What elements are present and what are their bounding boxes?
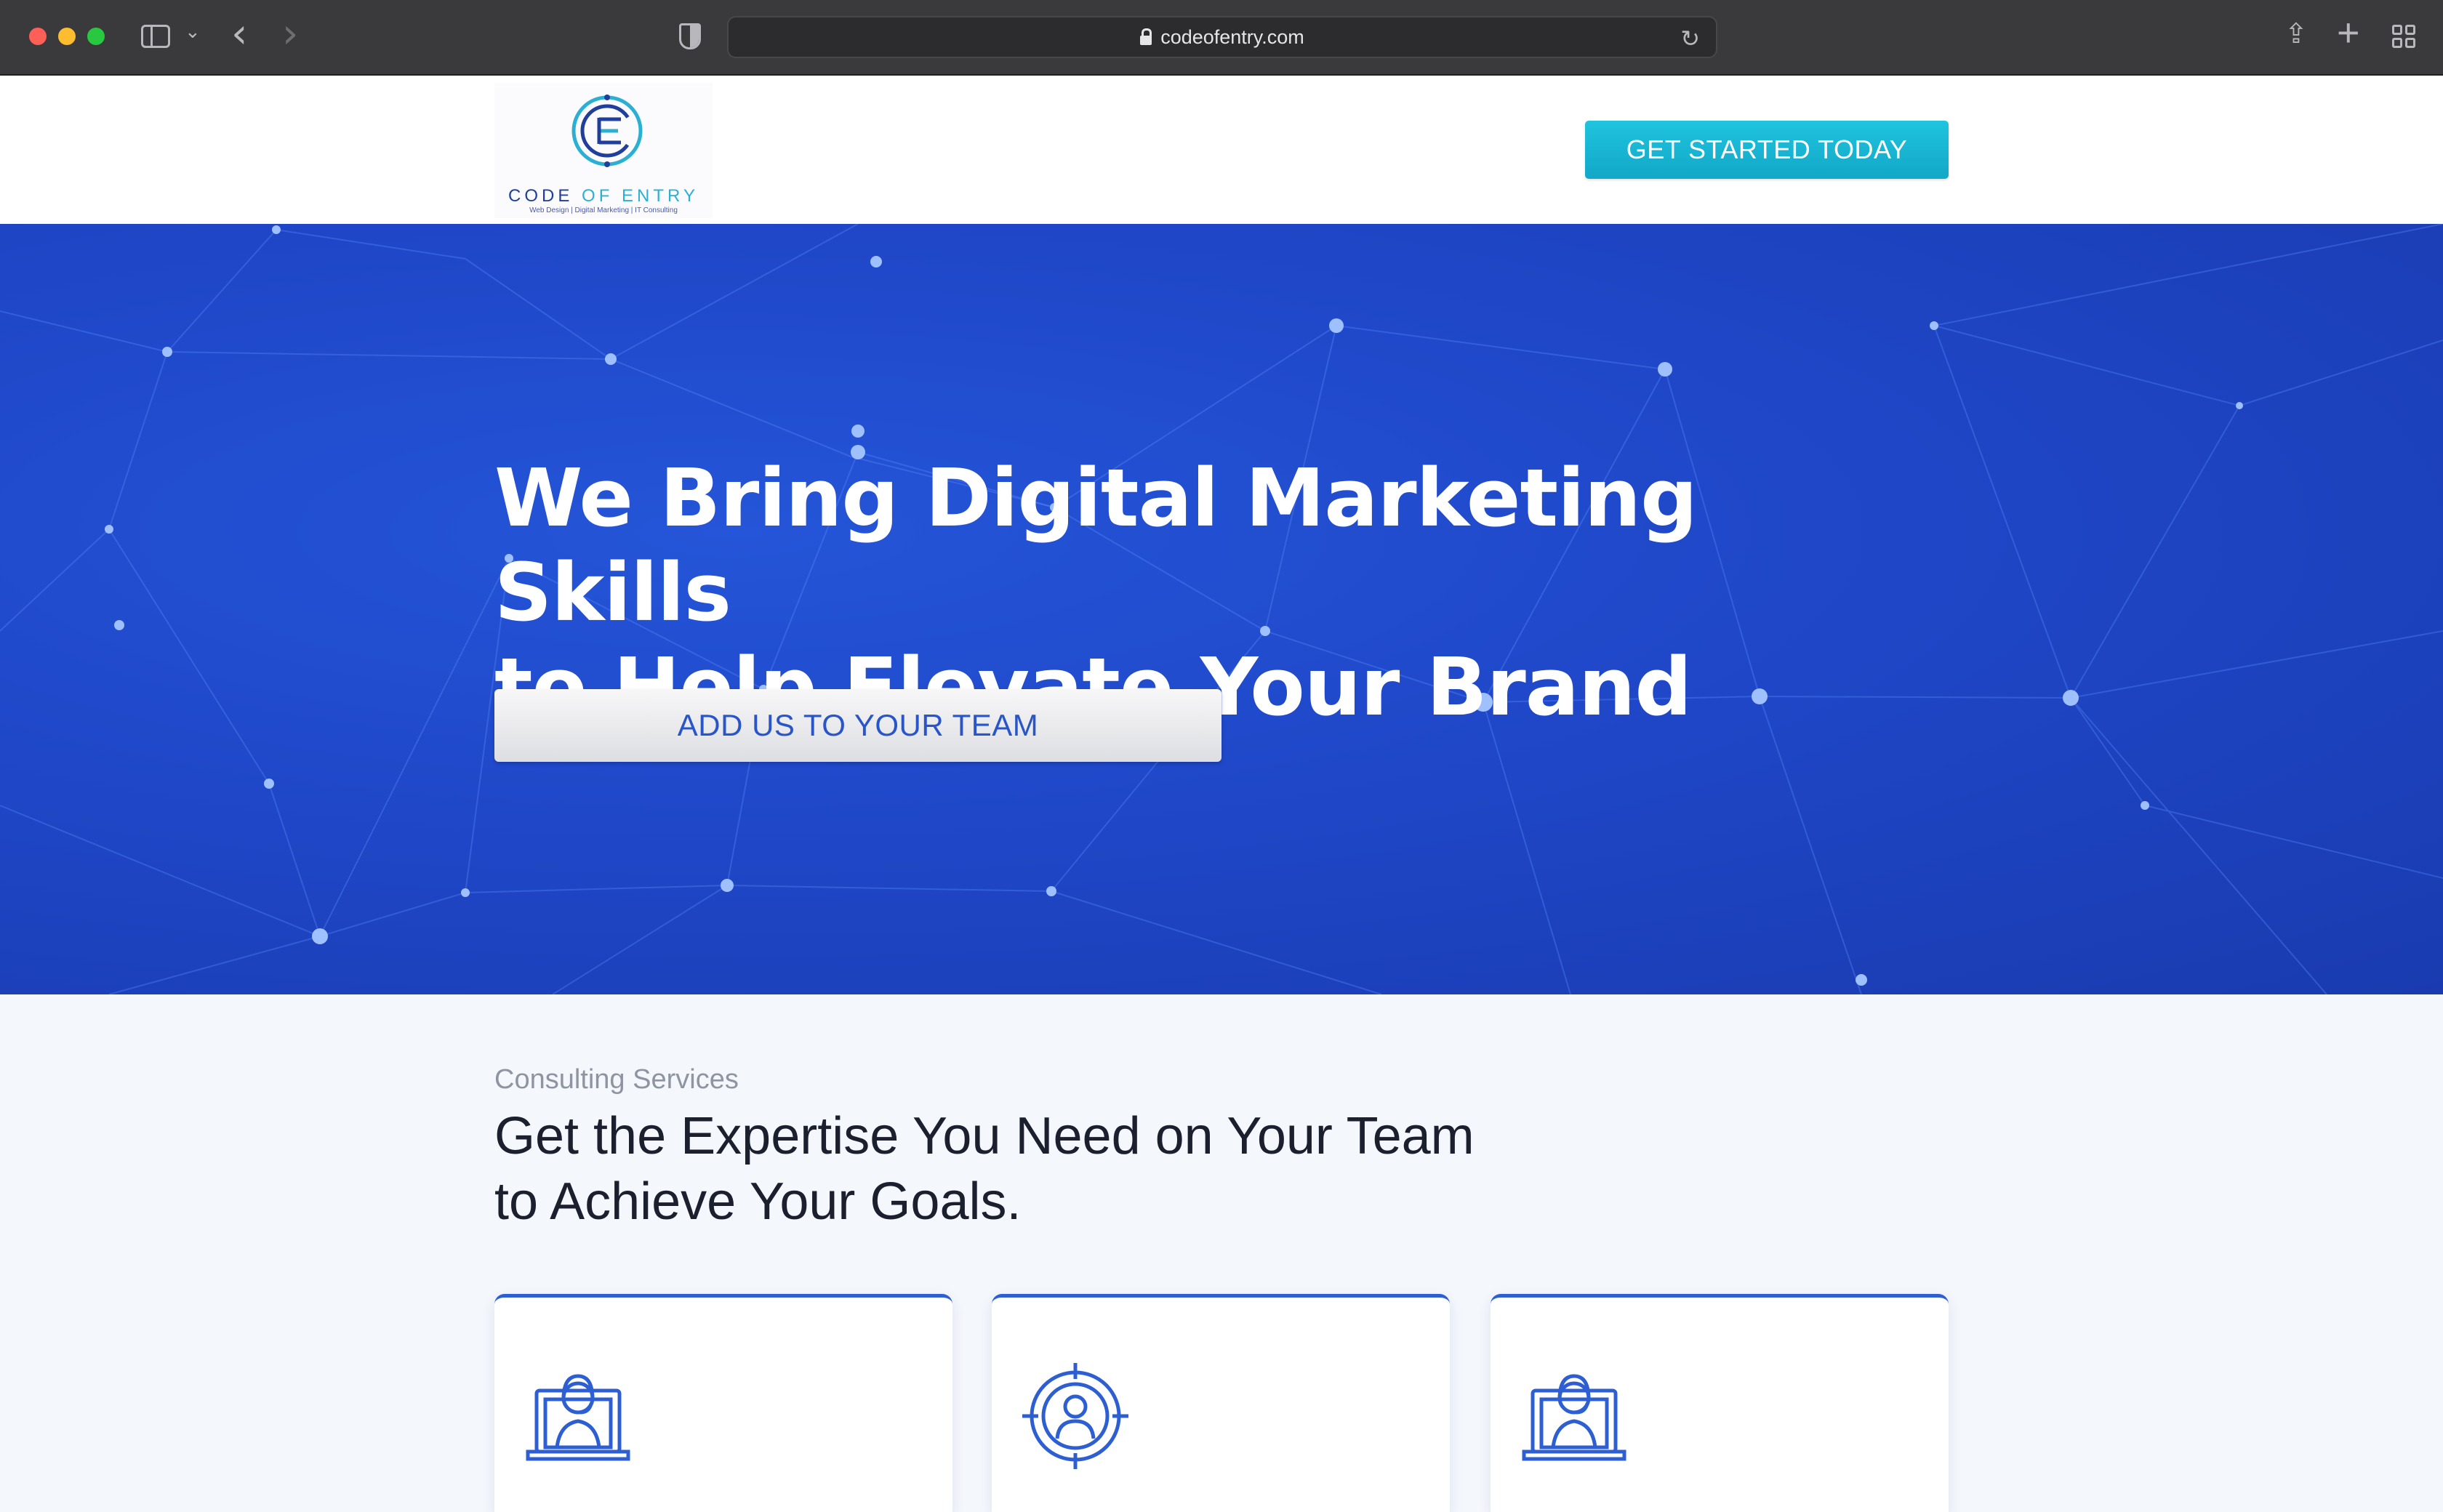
logo[interactable]: CODE OF ENTRY Web Design | Digital Marke… xyxy=(494,83,713,218)
share-icon[interactable]: ⇪ xyxy=(2284,17,2308,49)
tab-overview-icon[interactable] xyxy=(2392,25,2415,48)
back-icon[interactable]: ‹ xyxy=(231,10,247,57)
shield-icon[interactable] xyxy=(679,23,701,49)
target-user-icon xyxy=(1022,1363,1128,1469)
url-text: codeofentry.com xyxy=(1160,25,1304,48)
browser-toolbar: ⌄ ‹ › codeofentry.com ↻ ⇪ + xyxy=(0,0,2443,76)
consulting-services-section: Consulting Services Get the Expertise Yo… xyxy=(0,994,2443,1512)
logo-wordmark: CODE OF ENTRY xyxy=(508,186,699,206)
close-window-button[interactable] xyxy=(29,28,47,45)
service-card[interactable] xyxy=(992,1294,1450,1512)
logo-tagline: Web Design | Digital Marketing | IT Cons… xyxy=(529,206,678,214)
get-started-button[interactable]: GET STARTED TODAY xyxy=(1585,121,1949,179)
zoom-window-button[interactable] xyxy=(87,28,105,45)
forward-icon[interactable]: › xyxy=(282,10,298,57)
site-header: CODE OF ENTRY Web Design | Digital Marke… xyxy=(0,76,2443,224)
chevron-down-icon[interactable]: ⌄ xyxy=(185,20,201,43)
section-eyebrow: Consulting Services xyxy=(494,1064,739,1095)
section-title: Get the Expertise You Need on Your Team … xyxy=(494,1107,1475,1231)
support-agent-laptop-icon xyxy=(1522,1374,1626,1461)
service-card[interactable] xyxy=(1491,1294,1949,1512)
lock-icon xyxy=(1140,28,1152,45)
logo-e-mark-icon xyxy=(571,94,643,167)
hero-section: We Bring Digital Marketing Skills to Hel… xyxy=(0,224,2443,994)
support-agent-laptop-icon xyxy=(526,1374,630,1461)
address-bar[interactable]: codeofentry.com ↻ xyxy=(727,16,1717,58)
minimize-window-button[interactable] xyxy=(58,28,76,45)
new-tab-icon[interactable]: + xyxy=(2337,10,2360,55)
service-card[interactable] xyxy=(494,1294,952,1512)
add-us-to-your-team-button[interactable]: ADD US TO YOUR TEAM xyxy=(494,689,1222,762)
reload-icon[interactable]: ↻ xyxy=(1680,25,1700,52)
sidebar-icon[interactable] xyxy=(141,25,170,48)
